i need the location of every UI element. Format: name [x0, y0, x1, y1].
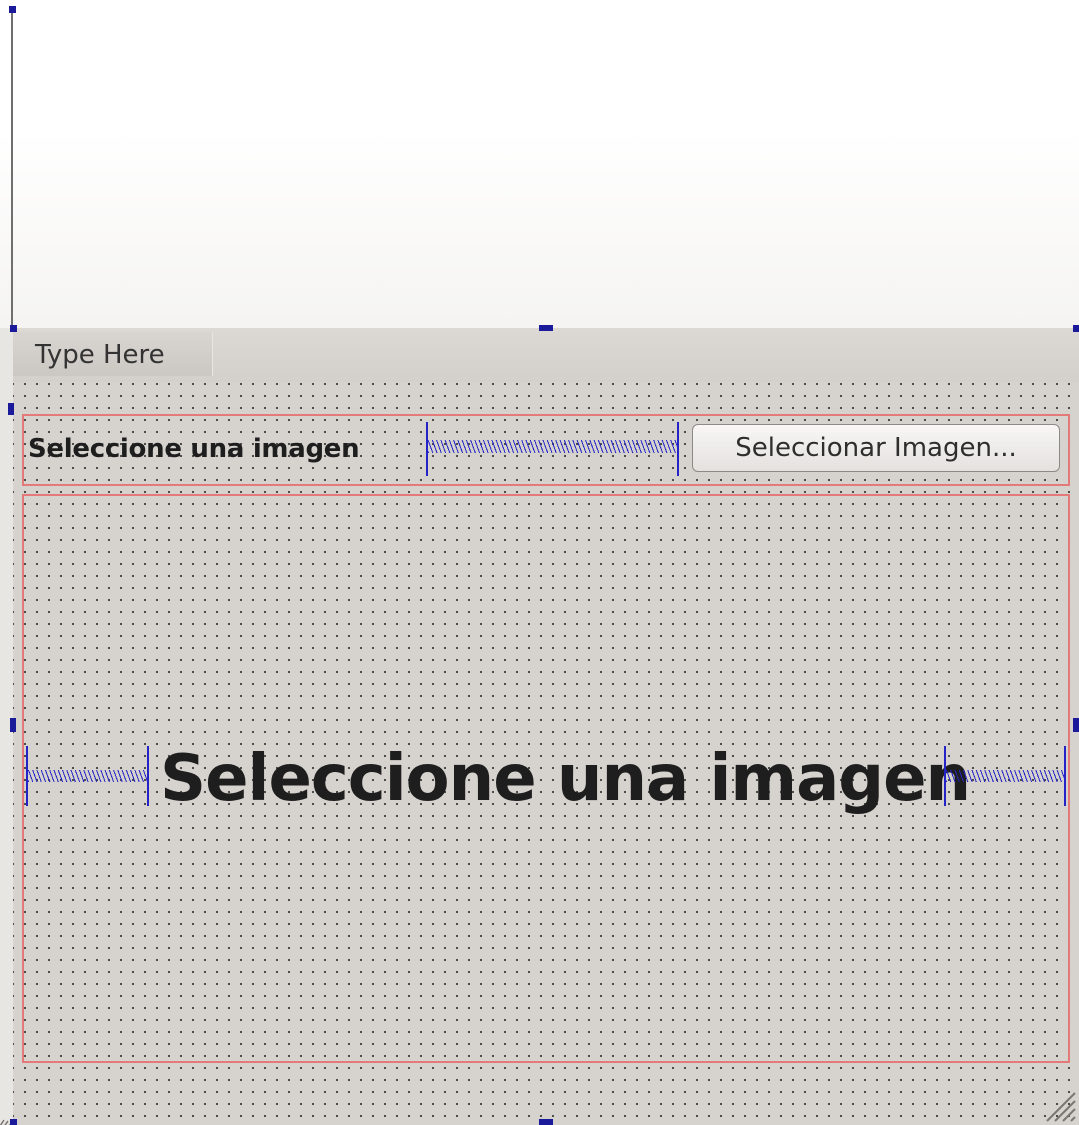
parent-widget-border: [11, 10, 13, 328]
selection-handle[interactable]: [10, 1119, 17, 1125]
selection-handle[interactable]: [9, 6, 16, 13]
menu-item-label: Type Here: [35, 340, 165, 370]
select-image-button[interactable]: Seleccionar Imagen...: [692, 424, 1060, 472]
selection-handle[interactable]: [539, 1119, 553, 1125]
spacer-pattern: [28, 770, 147, 782]
spacer-pattern: [946, 770, 1064, 782]
left-horizontal-spacer[interactable]: [26, 746, 149, 806]
horizontal-spacer[interactable]: [426, 422, 679, 476]
selection-handle[interactable]: [1073, 718, 1079, 732]
selection-handle[interactable]: [10, 325, 17, 332]
parent-widget-area: [0, 0, 1079, 328]
size-grip-icon[interactable]: [1041, 1087, 1077, 1123]
selection-handle[interactable]: [539, 325, 553, 331]
selection-handle[interactable]: [1073, 325, 1079, 332]
select-image-label: Seleccione una imagen: [28, 434, 360, 464]
main-horizontal-layout[interactable]: Seleccione una imagen: [22, 494, 1070, 1063]
top-horizontal-layout[interactable]: Seleccione una imagen Seleccionar Imagen…: [22, 414, 1070, 486]
image-display-label: Seleccione una imagen: [160, 742, 971, 816]
selection-handle[interactable]: [10, 718, 16, 732]
designer-canvas: Type Here Seleccione una imagen Seleccio…: [0, 0, 1079, 1125]
right-horizontal-spacer[interactable]: [944, 746, 1066, 806]
menu-item-type-here[interactable]: Type Here: [13, 332, 213, 376]
spacer-pattern: [428, 440, 677, 453]
menu-bar: Type Here: [13, 328, 1079, 382]
selection-handle[interactable]: [8, 403, 14, 415]
